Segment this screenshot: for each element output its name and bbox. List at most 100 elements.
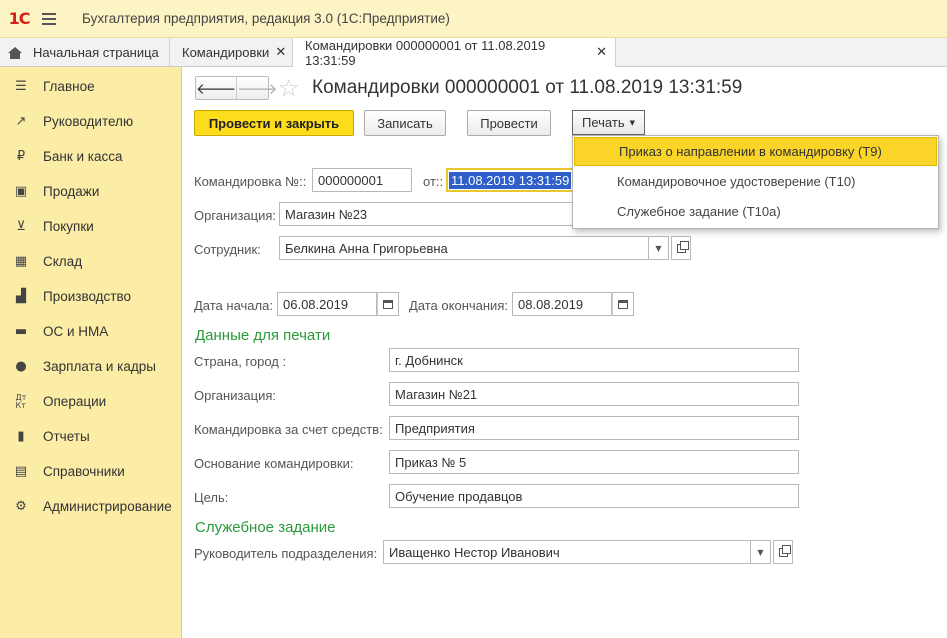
open-icon[interactable] [773, 540, 793, 564]
print-menu-item-t10a[interactable]: Служебное задание (Т10а) [573, 197, 938, 226]
page-title: Командировки 000000001 от 11.08.2019 13:… [312, 77, 743, 98]
organization-label: Организация: [194, 208, 277, 223]
chevron-down-icon[interactable]: ▼ [649, 236, 669, 260]
tab-label: Начальная страница [33, 45, 159, 60]
factory-icon: ▟ [16, 289, 26, 304]
employee-label: Сотрудник: [194, 242, 261, 257]
person-icon: ● [15, 359, 27, 374]
number-label: Командировка №:: [194, 174, 307, 189]
sidebar-item-label: Операции [43, 394, 107, 409]
sidebar-item-label: Производство [43, 289, 132, 304]
basis-label: Основание командировки: [194, 456, 354, 471]
chevron-down-icon: ▼ [629, 118, 635, 127]
country-label: Страна, город : [194, 354, 287, 369]
sidebar-item-directories[interactable]: ▤ Справочники [0, 454, 181, 489]
end-date-field[interactable]: 08.08.2019 [512, 292, 612, 316]
tab-label: Командировки 000000001 от 11.08.2019 13:… [305, 37, 546, 68]
chevron-down-icon[interactable]: ▼ [751, 540, 771, 564]
sidebar-item-production[interactable]: ▟ Производство [0, 279, 181, 314]
dt-kt-icon: Дт Кт [15, 392, 27, 410]
section-service-task: Служебное задание [195, 519, 336, 536]
department-head-field[interactable]: Иващенко Нестор Иванович [383, 540, 751, 564]
sidebar-item-label: Справочники [43, 464, 125, 479]
goal-label: Цель: [194, 490, 229, 505]
cart-icon: ⊻ [16, 219, 26, 234]
start-date-label: Дата начала: [194, 298, 273, 313]
post-button[interactable]: Провести [467, 110, 551, 136]
book-icon: ▤ [14, 464, 28, 479]
tab-bar: Начальная страница Командировки ✕ Команд… [0, 38, 947, 68]
department-head-label: Руководитель подразделения: [194, 546, 378, 561]
sidebar-item-label: Главное [43, 79, 95, 94]
sidebar-item-label: Покупки [43, 219, 94, 234]
end-date-label: Дата окончания: [409, 298, 508, 313]
employee-field[interactable]: Белкина Анна Григорьевна [279, 236, 649, 260]
save-button[interactable]: Записать [364, 110, 446, 136]
print-button-label: Печать [582, 115, 625, 130]
sidebar-item-label: Отчеты [43, 429, 90, 444]
print-menu-item-t9[interactable]: Приказ о направлении в командировку (Т9) [574, 137, 937, 166]
favorite-star-icon[interactable]: ☆ [278, 74, 300, 102]
sidebar-item-label: Зарплата и кадры [43, 359, 156, 374]
tab-business-trip-document[interactable]: Командировки 000000001 от 11.08.2019 13:… [293, 38, 616, 68]
date-field[interactable]: 11.08.2019 13:31:59 [446, 168, 576, 192]
date-field-value: 11.08.2019 13:31:59 [449, 171, 572, 189]
organization-field[interactable]: Магазин №23 [279, 202, 576, 226]
sidebar-item-salary[interactable]: ● Зарплата и кадры [0, 349, 181, 384]
start-date-field[interactable]: 06.08.2019 [277, 292, 377, 316]
tab-label: Командировки [182, 45, 270, 60]
tab-business-trips[interactable]: Командировки ✕ [170, 38, 293, 67]
1c-logo: 1С [8, 9, 31, 28]
forward-arrow-icon[interactable]: 🡒 [237, 77, 277, 99]
sidebar-item-purchases[interactable]: ⊻ Покупки [0, 209, 181, 244]
sidebar-item-label: Склад [43, 254, 83, 269]
sidebar-item-bank[interactable]: ₽ Банк и касса [0, 139, 181, 174]
sidebar-item-label: Администрирование [43, 499, 172, 514]
sidebar-item-fixed-assets[interactable]: ▬ ОС и НМА [0, 314, 181, 349]
funding-field[interactable]: Предприятия [389, 416, 799, 440]
sidebar-item-label: ОС и НМА [43, 324, 109, 339]
sidebar-item-label: Продажи [43, 184, 100, 199]
goal-field[interactable]: Обучение продавцов [389, 484, 799, 508]
print-organization-field[interactable]: Магазин №21 [389, 382, 799, 406]
close-icon[interactable]: ✕ [275, 45, 286, 60]
sidebar-item-administration[interactable]: ⚙ Администрирование [0, 489, 181, 524]
country-field[interactable]: г. Добнинск [389, 348, 799, 372]
sidebar-item-main[interactable]: ☰ Главное [0, 69, 181, 104]
sidebar-item-operations[interactable]: Дт Кт Операции [0, 384, 181, 419]
gear-icon: ⚙ [15, 499, 27, 514]
calendar-icon[interactable] [612, 292, 634, 316]
back-arrow-icon[interactable]: 🡐 [196, 77, 238, 99]
bag-icon: ▣ [14, 184, 28, 199]
date-label: от:: [423, 174, 444, 189]
number-field[interactable]: 000000001 [312, 168, 412, 192]
truck-icon: ▬ [14, 324, 28, 339]
trend-icon: ↗ [15, 114, 27, 129]
sidebar-item-sales[interactable]: ▣ Продажи [0, 174, 181, 209]
close-icon[interactable]: ✕ [596, 45, 607, 60]
print-menu: Приказ о направлении в командировку (Т9)… [572, 135, 939, 229]
sidebar-item-reports[interactable]: ▮ Отчеты [0, 419, 181, 454]
sidebar-item-label: Банк и касса [43, 149, 123, 164]
print-organization-label: Организация: [194, 388, 277, 403]
document-form: 🡐 🡒 ☆ Командировки 000000001 от 11.08.20… [183, 67, 947, 638]
tab-home[interactable]: Начальная страница [0, 38, 170, 67]
bar-chart-icon: ▮ [17, 429, 25, 444]
post-and-close-button[interactable]: Провести и закрыть [194, 110, 354, 136]
sidebar-item-manager[interactable]: ↗ Руководителю [0, 104, 181, 139]
list-icon: ☰ [15, 79, 27, 94]
open-icon[interactable] [671, 236, 691, 260]
ruble-icon: ₽ [16, 149, 26, 164]
calendar-icon[interactable] [377, 292, 399, 316]
home-icon [8, 46, 22, 59]
sidebar: ☰ Главное ↗ Руководителю ₽ Банк и касса … [0, 67, 182, 638]
print-button[interactable]: Печать ▼ [572, 110, 645, 135]
sidebar-item-warehouse[interactable]: ▦ Склад [0, 244, 181, 279]
section-print-data: Данные для печати [195, 327, 331, 344]
title-bar: 1С Бухгалтерия предприятия, редакция 3.0… [0, 0, 947, 38]
funding-label: Командировка за счет средств: [194, 422, 383, 437]
menu-icon[interactable] [42, 0, 64, 38]
sidebar-item-label: Руководителю [43, 114, 134, 129]
basis-field[interactable]: Приказ № 5 [389, 450, 799, 474]
print-menu-item-t10[interactable]: Командировочное удостоверение (Т10) [573, 167, 938, 196]
